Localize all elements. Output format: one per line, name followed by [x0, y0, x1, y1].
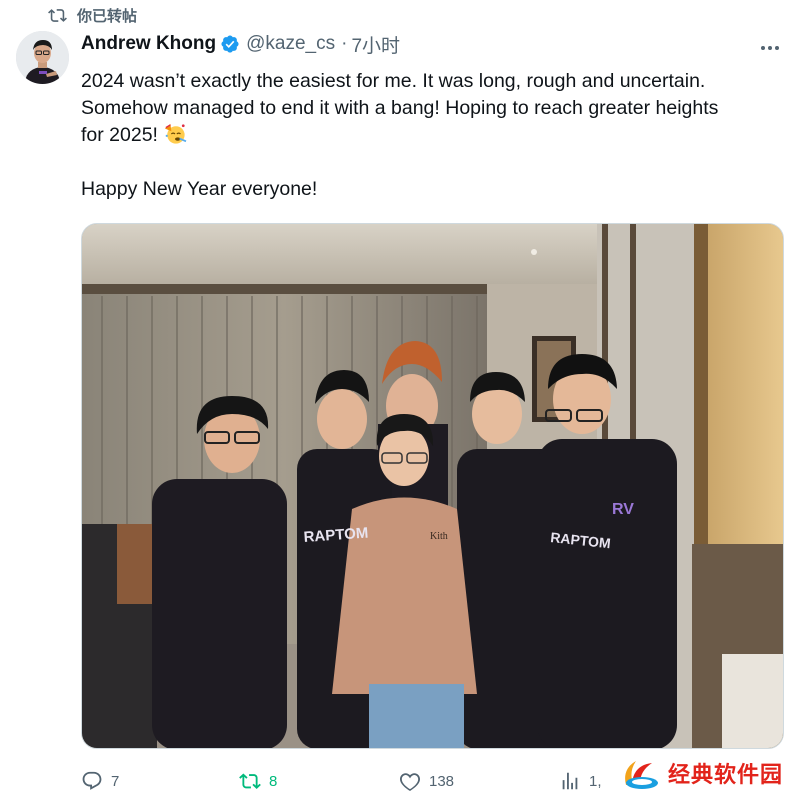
tweet-line-text: for 2025! [81, 124, 158, 146]
retweet-indicator[interactable]: 你已转帖 [48, 3, 137, 27]
author-name[interactable]: Andrew Khong [81, 33, 216, 55]
watermark-text: 经典软件园 [668, 763, 784, 788]
tweet-line: for 2025! [81, 122, 781, 149]
like-count: 138 [429, 772, 455, 790]
retweet-icon [48, 8, 67, 22]
group-photo-image: RV Kith RAPTOM RAPTOM [82, 224, 783, 748]
more-options-icon[interactable] [758, 36, 782, 60]
avatar[interactable] [16, 31, 69, 84]
tweet-closing: Happy New Year everyone! [81, 178, 318, 200]
like-button[interactable]: 138 [399, 764, 454, 798]
verified-badge-icon[interactable] [220, 34, 240, 54]
tweet-header: Andrew Khong @kaze_cs · 7小时 [81, 31, 400, 57]
reply-button[interactable]: 7 [81, 764, 119, 798]
watermark-logo-icon [625, 761, 658, 789]
watermark: 经典软件园 [616, 752, 790, 794]
reply-count: 7 [111, 772, 120, 790]
party-face-emoji-icon [165, 123, 187, 144]
jersey-logo: RV [612, 501, 634, 518]
tweet-photo[interactable]: RV Kith RAPTOM RAPTOM [81, 223, 784, 749]
separator-dot: · [341, 33, 348, 54]
retweet-icon [239, 773, 261, 789]
tweet-timestamp[interactable]: 7小时 [351, 31, 400, 58]
retweet-label: 你已转帖 [77, 7, 138, 25]
tweet-text: 2024 wasn’t exactly the easiest for me. … [81, 68, 781, 203]
retweet-count: 8 [269, 772, 278, 790]
heart-icon [399, 773, 421, 791]
reply-icon [82, 771, 102, 790]
retweet-button[interactable]: 8 [239, 764, 277, 798]
views-count: 1, [589, 772, 602, 790]
tweet-line: Somehow managed to end it with a bang! H… [81, 97, 719, 119]
analytics-icon [562, 772, 578, 790]
tweet-line: 2024 wasn’t exactly the easiest for me. … [81, 70, 706, 92]
author-handle[interactable]: @kaze_cs [246, 33, 335, 55]
views-button[interactable]: 1, [559, 764, 602, 798]
hoodie-text: Kith [430, 531, 448, 542]
